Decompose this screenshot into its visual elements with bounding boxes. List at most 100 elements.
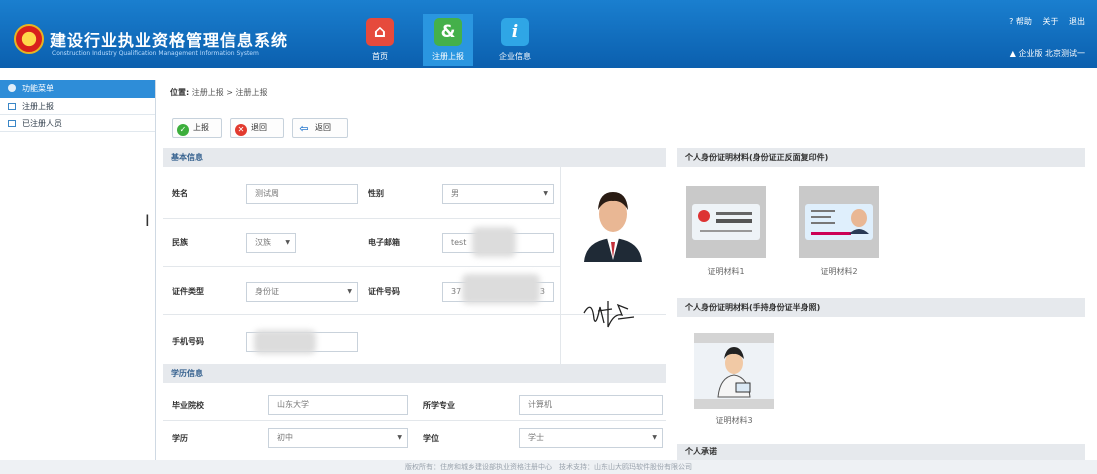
info-icon: i <box>501 18 529 46</box>
id-card-back-image[interactable] <box>799 186 879 258</box>
people-icon <box>8 120 16 127</box>
email-value: test <box>451 238 467 247</box>
user-icon: ▲ <box>1009 49 1016 58</box>
breadcrumb-path: 注册上报 > 注册上报 <box>191 88 268 97</box>
arrow-left-icon: ⇦ <box>299 122 309 135</box>
user-name: 企业版 北京测试一 <box>1018 49 1085 58</box>
hold-id-photo-image[interactable] <box>694 333 774 409</box>
hold-id-header: 个人身份证明材料(手持身份证半身照) <box>677 298 1085 317</box>
major-field[interactable]: 计算机 <box>519 395 663 415</box>
academic-degree-value: 学士 <box>528 433 544 442</box>
app-subtitle: Construction Industry Qualification Mana… <box>52 50 259 57</box>
menu-icon <box>8 84 16 92</box>
chevron-down-icon: ▼ <box>652 434 657 441</box>
sidebar: 功能菜单 注册上报 已注册人员 <box>0 80 156 474</box>
back-label: 返回 <box>315 123 331 132</box>
sidebar-item-register[interactable]: 注册上报 <box>0 98 155 115</box>
signature-image <box>578 293 640 333</box>
header-bar: 建设行业执业资格管理信息系统 Construction Industry Qua… <box>0 0 1097 68</box>
close-icon: ✕ <box>235 124 247 136</box>
id-type-value: 身份证 <box>255 287 279 296</box>
id-type-select[interactable]: 身份证 ▼ <box>246 282 358 302</box>
nav-home-label: 首页 <box>372 52 388 61</box>
phone-label: 手机号码 <box>172 337 204 346</box>
help-link[interactable]: ? 帮助 <box>1009 17 1032 26</box>
ethnic-label: 民族 <box>172 238 188 247</box>
sidebar-item-label: 已注册人员 <box>22 119 62 128</box>
row-divider <box>163 420 666 421</box>
major-value: 计算机 <box>528 400 552 409</box>
header-links: ? 帮助 关于 退出 <box>1001 16 1085 27</box>
redaction-blur <box>472 227 516 257</box>
chevron-down-icon: ▼ <box>543 190 548 197</box>
logout-link[interactable]: 退出 <box>1069 17 1085 26</box>
text-cursor-icon: I <box>145 211 150 230</box>
row-divider <box>163 266 560 267</box>
nav-register[interactable]: & 注册上报 <box>423 14 473 66</box>
footer: 版权所有：住房和城乡建设部执业资格注册中心 技术支持：山东山大鸥玛软件股份有限公… <box>0 460 1097 474</box>
nav-info-label: 企业信息 <box>499 52 531 61</box>
promise-header: 个人承诺 <box>677 444 1085 460</box>
id-number-label: 证件号码 <box>368 287 400 296</box>
register-icon: & <box>434 18 462 46</box>
col-divider <box>560 167 561 364</box>
return-button[interactable]: ✕ 退回 <box>230 118 284 138</box>
portrait-photo <box>582 180 644 262</box>
nav-home[interactable]: ⌂ 首页 <box>355 14 405 66</box>
redaction-blur <box>254 330 316 354</box>
academic-degree-select[interactable]: 学士 ▼ <box>519 428 663 448</box>
chevron-down-icon: ▼ <box>285 239 290 246</box>
academic-degree-label: 学位 <box>423 434 439 443</box>
caption-2: 证明材料2 <box>820 267 858 276</box>
breadcrumb-prefix: 位置: <box>170 88 190 97</box>
national-emblem-logo <box>14 24 44 54</box>
id-card-front-image[interactable] <box>686 186 766 258</box>
id-number-tail: 3 <box>539 287 545 296</box>
chevron-down-icon: ▼ <box>347 288 352 295</box>
school-field[interactable]: 山东大学 <box>268 395 408 415</box>
basic-info-header: 基本信息 <box>163 148 666 167</box>
gender-value: 男 <box>451 189 459 198</box>
list-icon <box>8 103 16 110</box>
nav-enterprise-info[interactable]: i 企业信息 <box>490 14 540 66</box>
id-type-label: 证件类型 <box>172 287 204 296</box>
chevron-down-icon: ▼ <box>397 434 402 441</box>
ethnic-select[interactable]: 汉族 ▼ <box>246 233 296 253</box>
degree-label: 学历 <box>172 434 188 443</box>
degree-select[interactable]: 初中 ▼ <box>268 428 408 448</box>
caption-1: 证明材料1 <box>707 267 745 276</box>
school-value: 山东大学 <box>277 400 309 409</box>
redaction-blur <box>462 274 540 304</box>
id-number-value: 37 <box>451 287 462 296</box>
gender-select[interactable]: 男 ▼ <box>442 184 554 204</box>
name-label: 姓名 <box>172 189 188 198</box>
nav-register-label: 注册上报 <box>432 52 464 61</box>
sidebar-item-registered[interactable]: 已注册人员 <box>0 115 155 132</box>
help-label: 帮助 <box>1015 17 1032 26</box>
gender-label: 性别 <box>368 189 384 198</box>
user-info: ▲ 企业版 北京测试一 <box>1010 48 1085 59</box>
submit-label: 上报 <box>193 123 209 132</box>
app-window: 建设行业执业资格管理信息系统 Construction Industry Qua… <box>0 0 1097 474</box>
school-label: 毕业院校 <box>172 401 204 410</box>
name-value: 测试周 <box>255 189 279 198</box>
app-title: 建设行业执业资格管理信息系统 <box>50 31 289 50</box>
about-link[interactable]: 关于 <box>1042 17 1058 26</box>
major-label: 所学专业 <box>423 401 455 410</box>
email-label: 电子邮箱 <box>368 238 400 247</box>
education-header: 学历信息 <box>163 364 666 383</box>
name-field[interactable]: 测试周 <box>246 184 358 204</box>
check-icon: ✓ <box>177 124 189 136</box>
row-divider <box>163 218 560 219</box>
degree-value: 初中 <box>277 433 293 442</box>
id-docs-header: 个人身份证明材料(身份证正反面复印件) <box>677 148 1085 167</box>
back-button[interactable]: ⇦ 返回 <box>292 118 348 138</box>
sidebar-title: 功能菜单 <box>22 84 54 93</box>
ethnic-value: 汉族 <box>255 238 271 247</box>
sidebar-header: 功能菜单 <box>0 80 155 98</box>
home-icon: ⌂ <box>366 18 394 46</box>
return-label: 退回 <box>251 123 267 132</box>
breadcrumb: 位置: 注册上报 > 注册上报 <box>170 87 268 98</box>
caption-3: 证明材料3 <box>715 416 753 425</box>
submit-button[interactable]: ✓ 上报 <box>172 118 222 138</box>
